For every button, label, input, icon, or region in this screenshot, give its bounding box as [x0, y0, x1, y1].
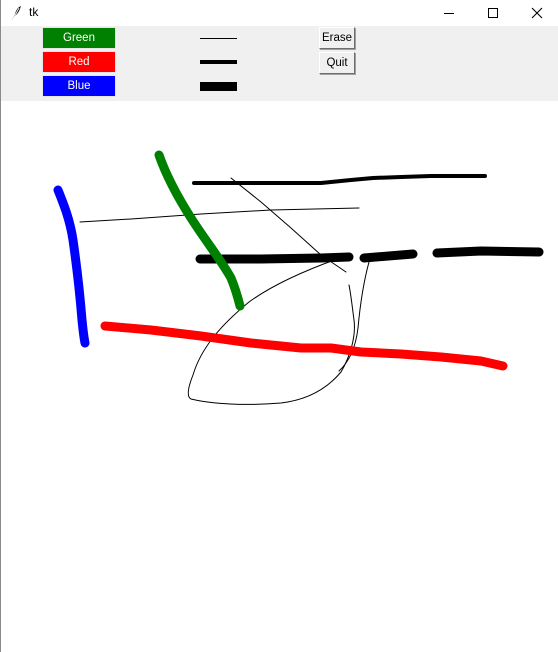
thick-line-icon	[199, 81, 237, 91]
red-color-button[interactable]: Red	[42, 51, 116, 73]
thin-width-button[interactable]	[193, 27, 243, 49]
feather-icon	[9, 5, 23, 21]
blue-stroke	[53, 185, 90, 348]
black-medium-stroke	[192, 174, 487, 185]
maximize-icon	[487, 7, 499, 19]
drawing-canvas[interactable]	[1, 101, 558, 652]
blue-color-button[interactable]: Blue	[42, 75, 116, 97]
title-bar: tk	[1, 0, 558, 26]
window-title: tk	[29, 5, 39, 19]
app-window: tk Green Red Blue Erase Quit	[0, 0, 558, 652]
maximize-button[interactable]	[471, 0, 515, 26]
red-stroke	[100, 321, 508, 371]
green-color-button[interactable]: Green	[42, 27, 116, 49]
erase-button[interactable]: Erase	[319, 27, 355, 49]
black-thin-strokes	[79, 177, 370, 405]
quit-button[interactable]: Quit	[319, 52, 355, 74]
close-icon	[531, 7, 543, 19]
minimize-icon	[443, 7, 455, 19]
medium-width-button[interactable]	[193, 51, 243, 73]
minimize-button[interactable]	[427, 0, 471, 26]
close-button[interactable]	[515, 0, 558, 26]
green-stroke	[154, 150, 245, 311]
thin-line-icon	[199, 37, 237, 39]
black-thick-stroke	[195, 246, 544, 264]
medium-line-icon	[199, 60, 237, 64]
toolbar: Green Red Blue Erase Quit	[1, 26, 558, 101]
thick-width-button[interactable]	[193, 75, 243, 97]
